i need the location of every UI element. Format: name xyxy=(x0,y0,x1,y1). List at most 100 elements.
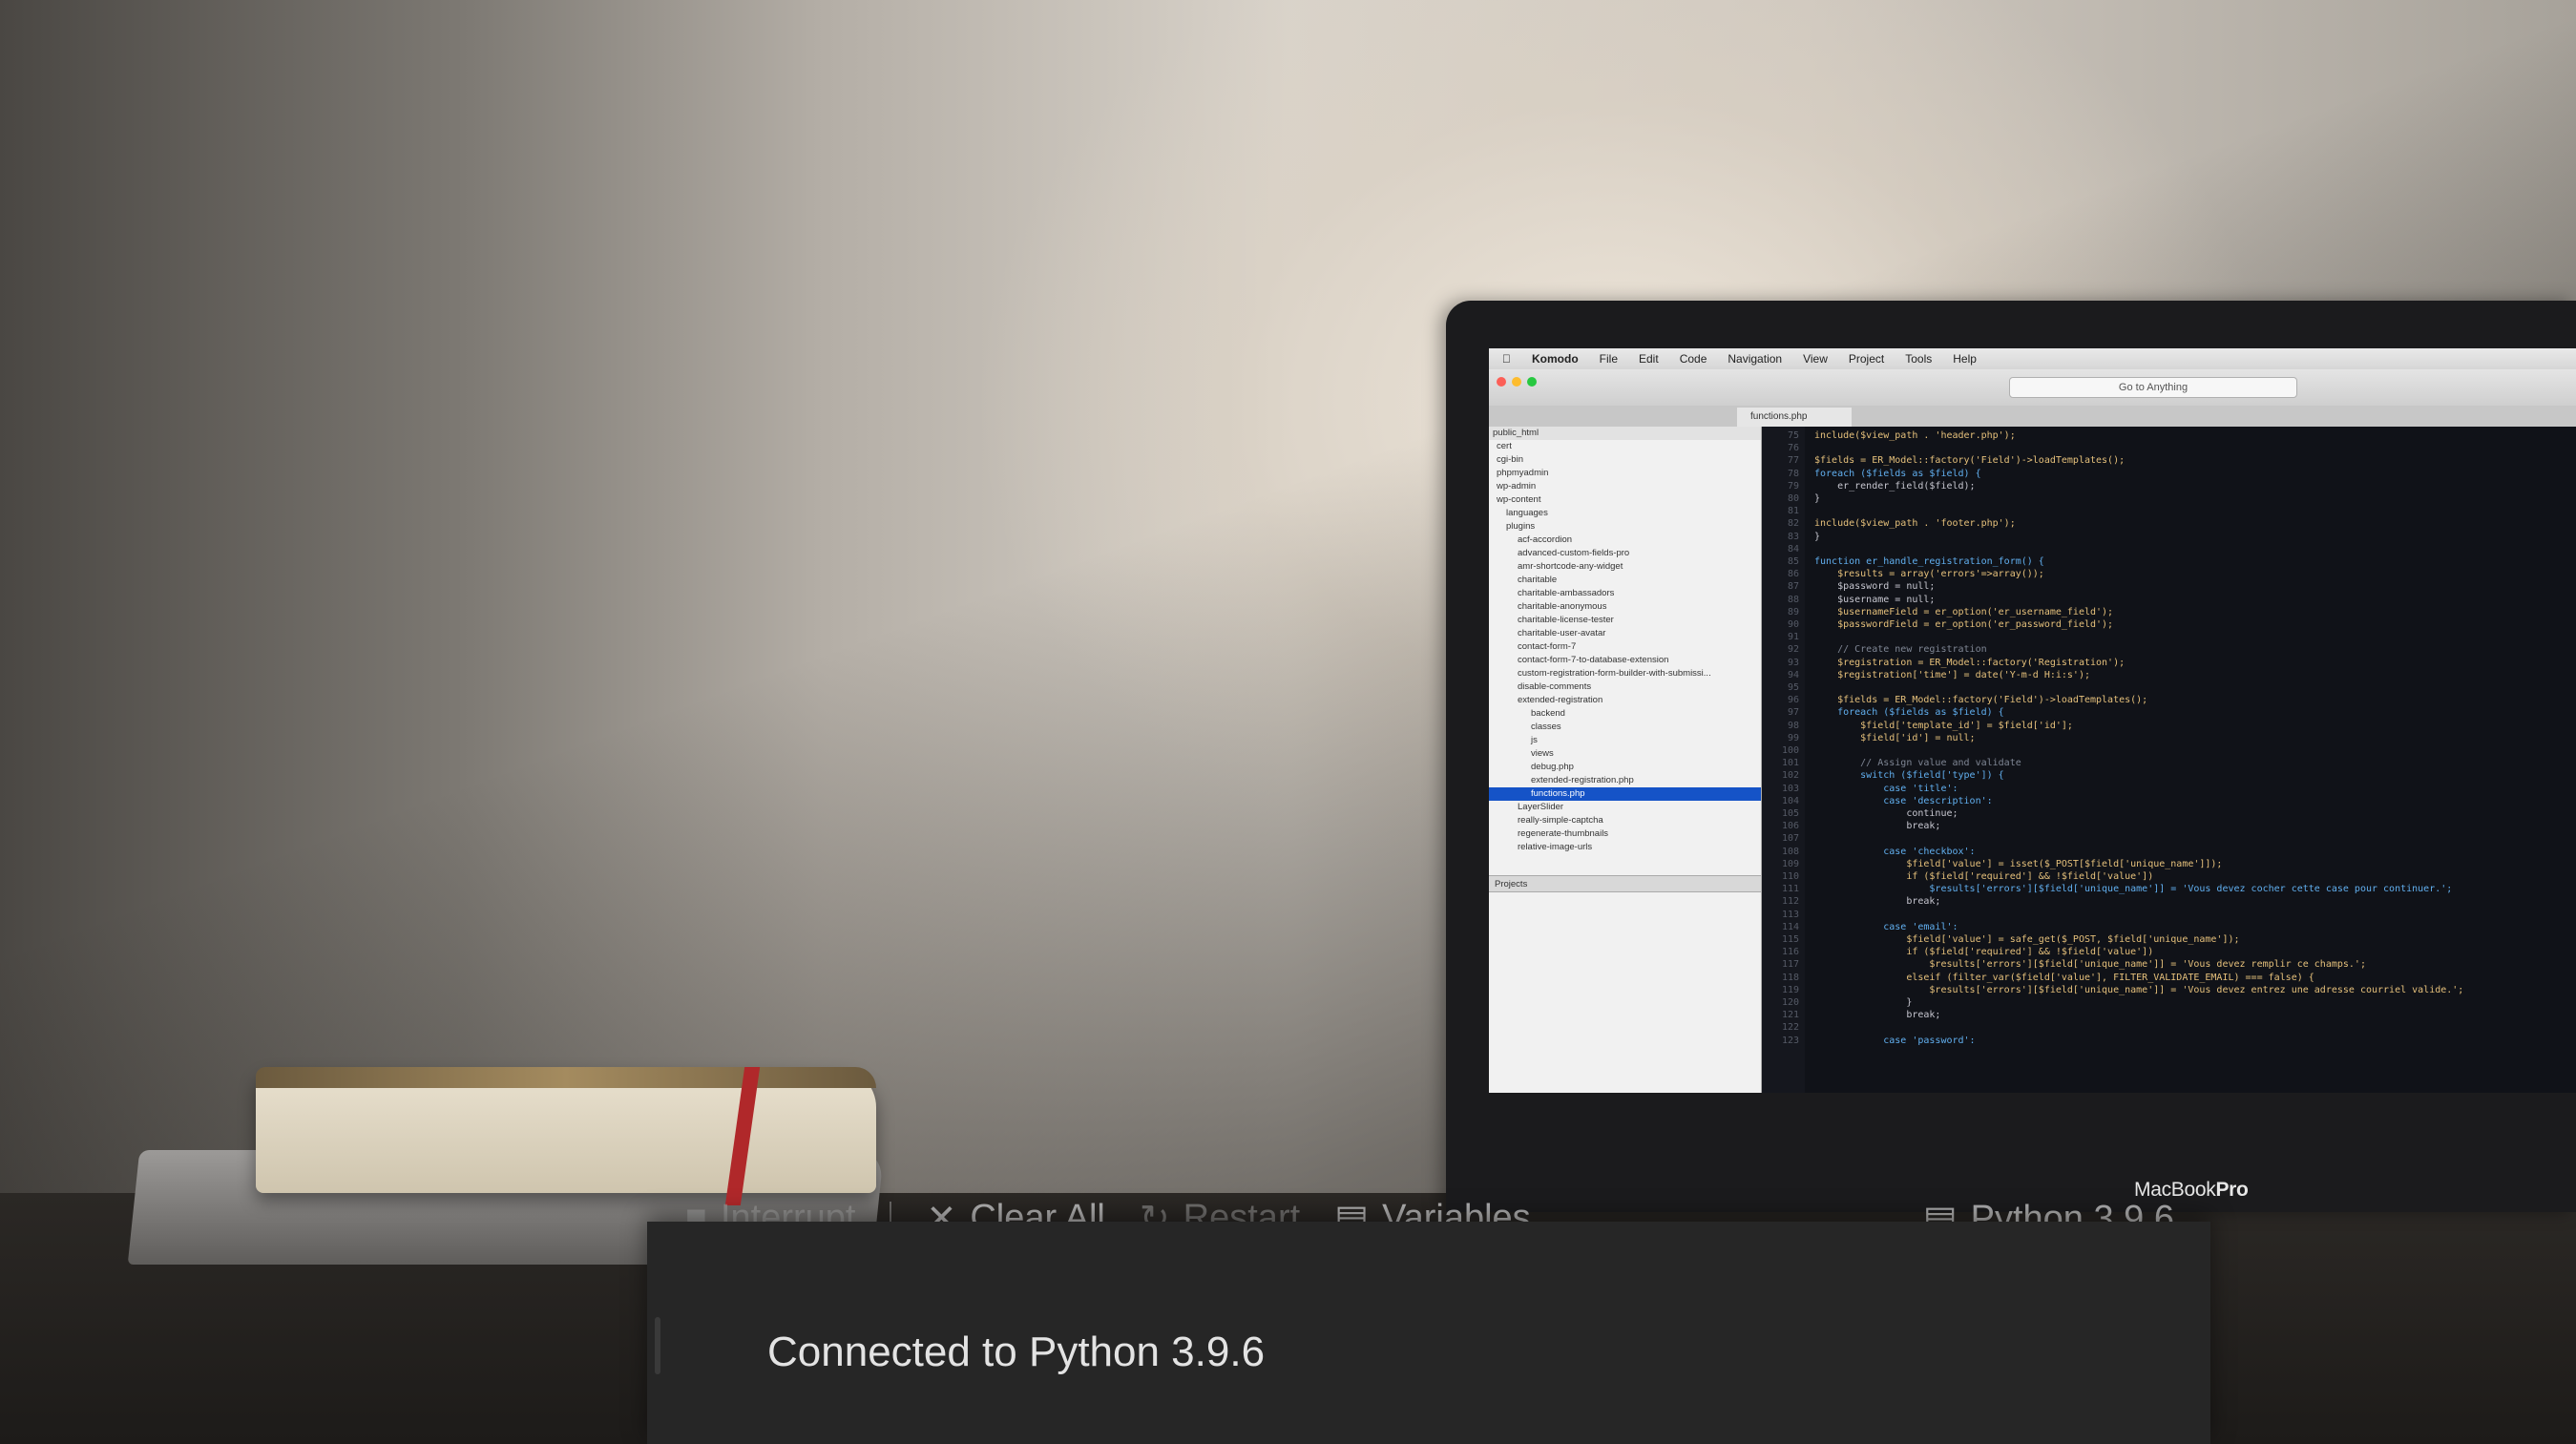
code-line: continue; xyxy=(1814,808,1958,819)
file-tree-item: relative-image-urls xyxy=(1518,842,1593,852)
file-tree: public_html cert cgi-bin phpmyadmin wp-admi… xyxy=(1489,427,1762,1093)
line-number: 82 xyxy=(1787,518,1799,530)
code-line: case 'description': xyxy=(1814,795,1993,806)
file-tree-item: extended-registration xyxy=(1518,695,1603,705)
code-line: $registration['time'] = date('Y-m-d H:i:… xyxy=(1814,669,2090,680)
close-dot-icon xyxy=(1497,377,1506,387)
file-tree-item: views xyxy=(1531,748,1554,759)
file-tree-item: charitable-user-avatar xyxy=(1518,628,1606,638)
apple-icon:  xyxy=(1502,352,1511,366)
line-number: 119 xyxy=(1781,984,1799,995)
line-number: 112 xyxy=(1781,896,1799,908)
editor-toolbar: Go to Anything xyxy=(1489,369,2576,407)
code-line: function er_handle_registration_form() { xyxy=(1814,556,2044,567)
code-line: $fields = ER_Model::factory('Field')->lo… xyxy=(1814,695,2148,706)
code-line: $field['id'] = null; xyxy=(1814,732,1976,743)
laptop-screen:  Komodo File Edit Code Navigation View … xyxy=(1489,348,2576,1093)
line-number: 85 xyxy=(1787,556,1799,567)
line-number: 80 xyxy=(1787,493,1799,504)
code-line: $results['errors'][$field['unique_name']… xyxy=(1814,959,2366,971)
line-number: 107 xyxy=(1781,833,1799,845)
code-line: if ($field['required'] && !$field['value… xyxy=(1814,947,2154,958)
line-number: 94 xyxy=(1787,669,1799,680)
file-tree-item: custom-registration-form-builder-with-su… xyxy=(1518,668,1711,679)
line-number: 81 xyxy=(1787,506,1799,517)
zoom-dot-icon xyxy=(1527,377,1537,387)
line-number: 79 xyxy=(1787,480,1799,492)
file-tree-item: wp-content xyxy=(1497,494,1541,505)
code-line: // Assign value and validate xyxy=(1814,758,2021,769)
projects-panel-header: Projects xyxy=(1489,875,1761,892)
code-line: case 'title': xyxy=(1814,783,1958,794)
file-tree-item: classes xyxy=(1531,722,1561,732)
line-number: 98 xyxy=(1787,720,1799,731)
line-number: 101 xyxy=(1781,758,1799,769)
menu-view: View xyxy=(1794,352,1828,366)
file-tree-item: extended-registration.php xyxy=(1531,775,1634,785)
file-tree-item: cgi-bin xyxy=(1497,454,1523,465)
file-tree-item: backend xyxy=(1531,708,1565,719)
line-number: 117 xyxy=(1781,959,1799,971)
menu-edit: Edit xyxy=(1630,352,1659,366)
line-number: 100 xyxy=(1781,745,1799,756)
file-tree-item: wp-admin xyxy=(1497,481,1537,492)
file-tree-item: charitable-anonymous xyxy=(1518,601,1607,612)
line-number: 89 xyxy=(1787,606,1799,617)
line-number: 116 xyxy=(1781,947,1799,958)
file-tree-item: functions.php xyxy=(1489,787,1761,801)
line-number: 120 xyxy=(1781,997,1799,1008)
file-tree-item: debug.php xyxy=(1531,762,1574,772)
menu-navigation: Navigation xyxy=(1719,352,1782,366)
line-number: 108 xyxy=(1781,846,1799,857)
line-number: 103 xyxy=(1781,783,1799,794)
code-line: $results['errors'][$field['unique_name']… xyxy=(1814,984,2464,995)
file-tree-item: amr-shortcode-any-widget xyxy=(1518,561,1623,572)
line-number: 75 xyxy=(1787,430,1799,441)
code-line: include($view_path . 'header.php'); xyxy=(1814,430,2016,441)
code-line: $username = null; xyxy=(1814,594,1936,605)
line-number: 123 xyxy=(1781,1035,1799,1046)
line-number: 118 xyxy=(1781,972,1799,983)
file-tree-item: disable-comments xyxy=(1518,681,1592,692)
code-line: break; xyxy=(1814,1010,1941,1021)
line-number: 105 xyxy=(1781,808,1799,819)
code-line: elseif (filter_var($field['value'], FILT… xyxy=(1814,972,2314,983)
line-number: 110 xyxy=(1781,871,1799,882)
file-tree-item: charitable-ambassadors xyxy=(1518,588,1615,598)
line-number: 86 xyxy=(1787,569,1799,580)
toast-message: Connected to Python 3.9.6 xyxy=(767,1329,1266,1375)
line-number: 76 xyxy=(1787,443,1799,454)
code-line: $results = array('errors'=>array()); xyxy=(1814,569,2044,580)
code-line: $passwordField = er_option('er_password_… xyxy=(1814,619,2114,630)
file-tree-item: regenerate-thumbnails xyxy=(1518,828,1609,839)
file-tree-item: contact-form-7-to-database-extension xyxy=(1518,655,1669,665)
line-number: 121 xyxy=(1781,1010,1799,1021)
line-number: 93 xyxy=(1787,657,1799,668)
code-line: $field['value'] = isset($_POST[$field['u… xyxy=(1814,858,2223,869)
notification-toast: Connected to Python 3.9.6 xyxy=(647,1222,2210,1444)
code-line: break; xyxy=(1814,896,1941,908)
line-number: 96 xyxy=(1787,695,1799,706)
line-number: 99 xyxy=(1787,732,1799,743)
code-line: $registration = ER_Model::factory('Regis… xyxy=(1814,657,2126,668)
file-tree-item: charitable-license-tester xyxy=(1518,615,1614,625)
mac-menubar:  Komodo File Edit Code Navigation View … xyxy=(1489,348,2576,369)
editor-tabbar: functions.php xyxy=(1489,406,2576,428)
line-number-gutter: 75 76 77 78 79 80 81 82 83 84 85 86 87 88 89 90 91 92 93 94… xyxy=(1762,427,1805,1093)
code-line: } xyxy=(1814,531,1821,542)
menu-help: Help xyxy=(1944,352,1977,366)
file-tree-item: plugins xyxy=(1506,521,1536,532)
code-line: case 'checkbox': xyxy=(1814,846,1976,857)
file-tree-item: phpmyadmin xyxy=(1497,468,1549,478)
brand-model: Pro xyxy=(2215,1179,2249,1201)
line-number: 84 xyxy=(1787,543,1799,555)
line-number: 109 xyxy=(1781,858,1799,869)
line-number: 97 xyxy=(1787,707,1799,719)
line-number: 78 xyxy=(1787,468,1799,479)
line-number: 115 xyxy=(1781,934,1799,945)
code-line: break; xyxy=(1814,821,1941,832)
code-line: } xyxy=(1814,997,1913,1008)
code-line: foreach ($fields as $field) { xyxy=(1814,468,1981,479)
line-number: 113 xyxy=(1781,909,1799,920)
menu-code: Code xyxy=(1670,352,1707,366)
